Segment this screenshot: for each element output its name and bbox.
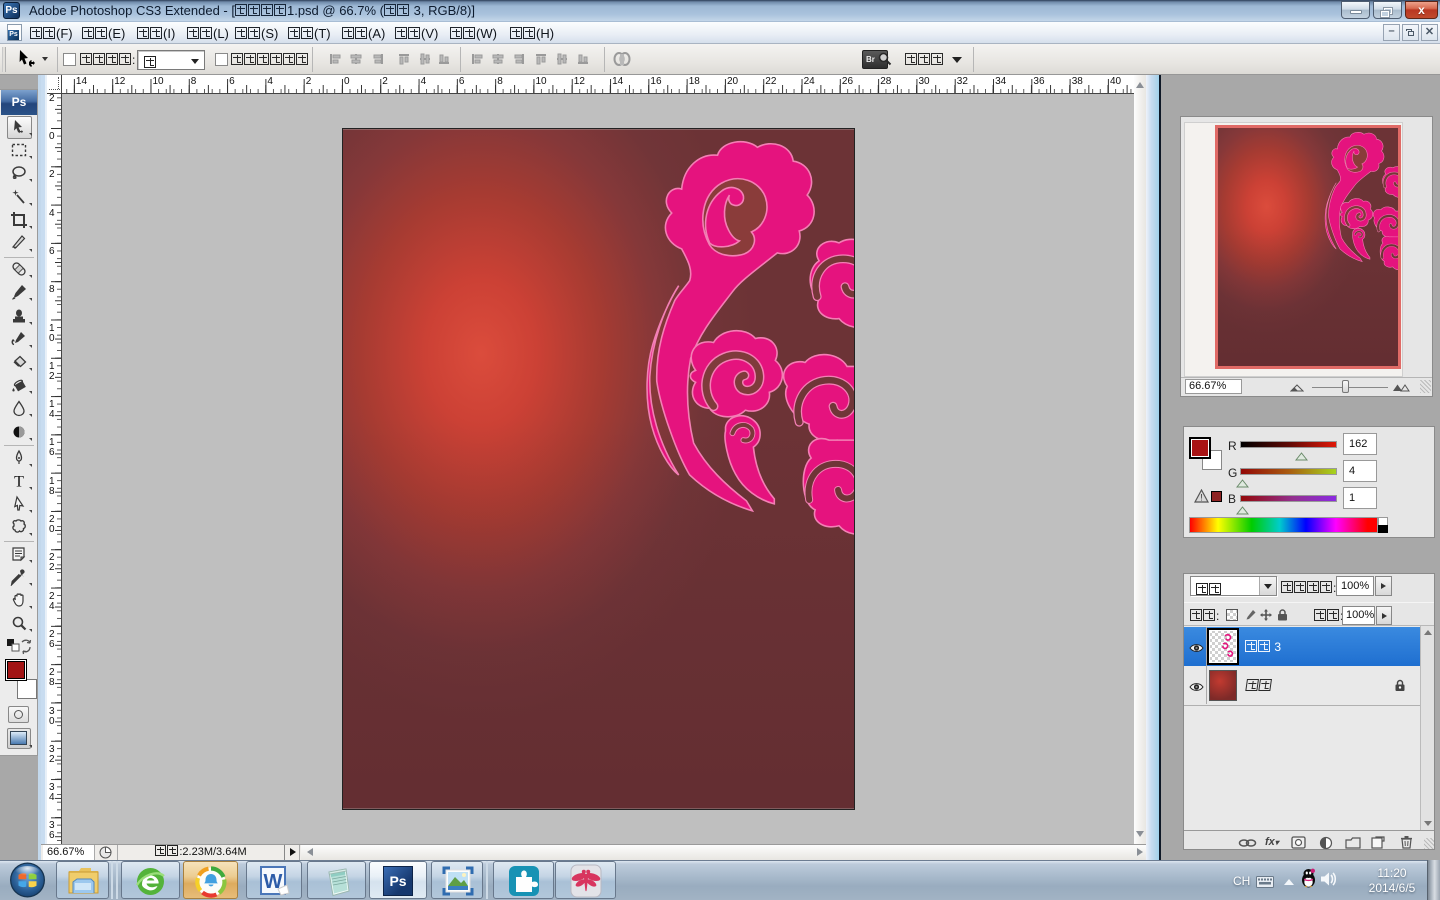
- svg-text:!: !: [1200, 493, 1203, 503]
- svg-text:T: T: [14, 474, 24, 491]
